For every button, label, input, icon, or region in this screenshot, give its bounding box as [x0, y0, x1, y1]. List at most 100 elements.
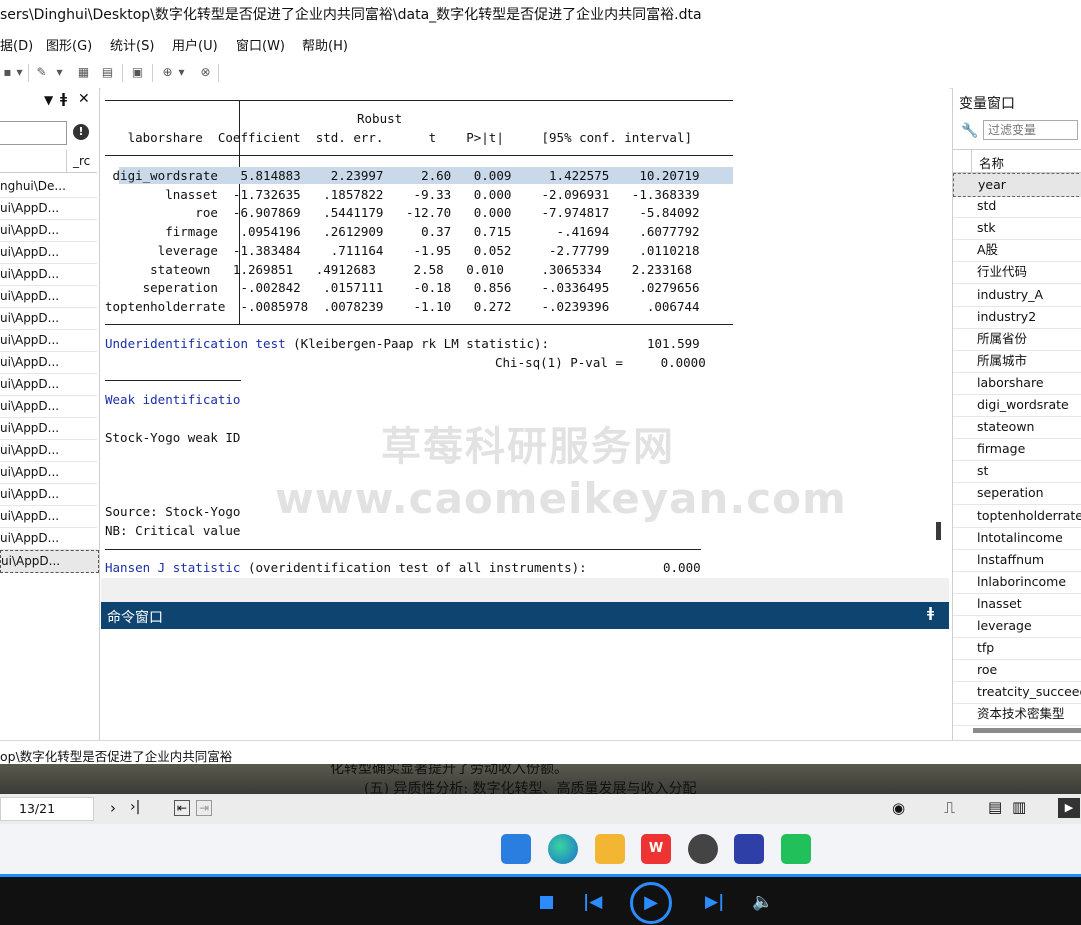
variable-name: lnlaborincome [977, 573, 1067, 589]
review-item[interactable]: nghui\De... [0, 176, 97, 198]
chevron-down-icon[interactable]: ▾ [174, 65, 189, 80]
fit-height-icon[interactable]: ⎍ [944, 798, 955, 818]
review-item[interactable]: ui\AppD... [0, 506, 97, 528]
menu-window[interactable]: 窗口(W) [236, 35, 285, 54]
wrench-icon[interactable]: 🔧 [961, 123, 978, 139]
review-item[interactable]: ui\AppD... [0, 198, 97, 220]
variable-item[interactable]: std [953, 195, 1081, 219]
review-filter-input[interactable] [0, 121, 67, 145]
review-item[interactable]: ui\AppD... [0, 550, 99, 573]
variable-item[interactable]: 所属省份 [953, 328, 1081, 351]
two-page-icon[interactable]: ▥ [1012, 798, 1026, 816]
variable-item[interactable]: digi_wordsrate [953, 394, 1081, 417]
variable-item[interactable]: industry_A [953, 284, 1081, 307]
variable-item[interactable]: st [953, 460, 1081, 484]
windows-start-icon[interactable] [501, 834, 531, 864]
file-explorer-icon[interactable] [595, 834, 625, 864]
alert-icon[interactable]: ! [73, 124, 89, 140]
edge-browser-icon[interactable] [548, 834, 578, 864]
stata-icon[interactable] [734, 834, 764, 864]
variable-item[interactable]: 行业代码 [953, 261, 1081, 285]
chevron-down-icon[interactable]: ▾ [52, 65, 67, 80]
variable-item[interactable]: 资本技术密集型 [953, 703, 1081, 727]
review-item[interactable]: ui\AppD... [0, 528, 97, 550]
review-item[interactable]: ui\AppD... [0, 242, 97, 264]
previous-icon[interactable]: |◀ [583, 892, 602, 912]
play-slideshow-icon[interactable]: ▶ [1058, 798, 1080, 818]
data-editor-icon[interactable]: ▦ [76, 65, 91, 80]
menu-help[interactable]: 帮助(H) [302, 35, 348, 54]
review-item[interactable]: ui\AppD... [0, 374, 97, 396]
variables-manager-icon[interactable]: ▣ [130, 65, 145, 80]
pin-icon[interactable]: ǂ [60, 92, 67, 107]
variable-item[interactable]: 所属城市 [953, 350, 1081, 373]
next-icon[interactable]: ▶| [705, 892, 724, 912]
variable-item[interactable]: A股 [953, 239, 1081, 263]
splitter[interactable] [101, 578, 949, 602]
review-item[interactable]: ui\AppD... [0, 352, 97, 374]
variable-item[interactable]: stateown [953, 416, 1081, 440]
variable-item[interactable]: seperation [953, 482, 1081, 506]
variable-item[interactable]: lnstaffnum [953, 549, 1081, 572]
variable-item[interactable]: firmage [953, 438, 1081, 462]
single-page-icon[interactable]: ▤ [988, 798, 1002, 816]
review-item[interactable]: ui\AppD... [0, 264, 97, 286]
pin-icon[interactable]: ǂ [927, 606, 934, 621]
command-input[interactable] [101, 629, 949, 740]
menu-user[interactable]: 用户(U) [172, 35, 218, 54]
page-input[interactable]: 13/21 [0, 797, 94, 821]
variable-item[interactable]: industry2 [953, 306, 1081, 329]
close-icon[interactable]: ✕ [78, 91, 90, 107]
review-item[interactable]: ui\AppD... [0, 418, 97, 440]
review-item[interactable]: ui\AppD... [0, 286, 97, 308]
last-page-icon[interactable]: ›| [130, 799, 140, 815]
variable-item[interactable]: roe [953, 659, 1081, 683]
underid-link[interactable]: Underidentification test [105, 336, 286, 351]
do-file-editor-icon[interactable]: ✎ [34, 65, 49, 80]
variable-name: lntotalincome [977, 529, 1063, 545]
filter-icon[interactable]: ▼ [44, 93, 53, 107]
break-icon[interactable]: ⊗ [198, 65, 213, 80]
variable-item[interactable]: stk [953, 217, 1081, 241]
next-page-icon[interactable]: › [110, 799, 116, 817]
rotate-left-icon[interactable]: ⇤ [174, 800, 191, 816]
weak-id-link[interactable]: Weak identificatio [105, 392, 240, 407]
play-icon[interactable]: ▶ [630, 882, 672, 924]
variable-name: 所属省份 [977, 330, 1028, 346]
variable-item[interactable]: toptenholderrate [953, 505, 1081, 528]
view-mode-icon[interactable]: ◉ [892, 799, 905, 817]
results-scrollbar[interactable] [936, 522, 941, 540]
review-item[interactable]: ui\AppD... [0, 484, 97, 506]
stop-icon[interactable] [540, 896, 553, 909]
variable-name: industry_A [977, 286, 1044, 302]
review-item[interactable]: ui\AppD... [0, 440, 97, 462]
more-icon[interactable]: ⊕ [160, 65, 175, 80]
review-item[interactable]: ui\AppD... [0, 462, 97, 484]
review-item[interactable]: ui\AppD... [0, 396, 97, 418]
variable-item[interactable]: lnlaborincome [953, 571, 1081, 594]
variable-item[interactable]: year [953, 173, 1081, 197]
hansen-link[interactable]: Hansen J statistic [105, 560, 240, 575]
variable-item[interactable]: tfp [953, 637, 1081, 661]
rotate-right-icon[interactable]: ⇥ [196, 800, 213, 816]
variable-item[interactable]: leverage [953, 615, 1081, 638]
variable-filter-input[interactable] [983, 120, 1078, 140]
variable-item[interactable]: lnasset [953, 593, 1081, 616]
menu-data[interactable]: 据(D) [0, 35, 33, 54]
variables-scrollbar[interactable] [973, 728, 1081, 733]
menu-statistics[interactable]: 统计(S) [110, 35, 154, 54]
variable-item[interactable]: lntotalincome [953, 527, 1081, 550]
wps-office-icon[interactable]: W [641, 834, 671, 864]
qq-icon[interactable] [688, 834, 718, 864]
chevron-down-icon[interactable]: ▾ [12, 65, 27, 80]
variable-item[interactable]: laborshare [953, 372, 1081, 395]
review-item[interactable]: ui\AppD... [0, 308, 97, 330]
menu-graphics[interactable]: 图形(G) [46, 35, 92, 54]
review-item[interactable]: ui\AppD... [0, 330, 97, 352]
volume-icon[interactable]: 🔈 [752, 892, 773, 912]
data-browser-icon[interactable]: ▤ [100, 65, 115, 80]
variable-name: stk [977, 220, 996, 236]
variable-item[interactable]: treatcity_succeed [953, 681, 1081, 705]
wechat-icon[interactable] [781, 834, 811, 864]
review-item[interactable]: ui\AppD... [0, 220, 97, 242]
